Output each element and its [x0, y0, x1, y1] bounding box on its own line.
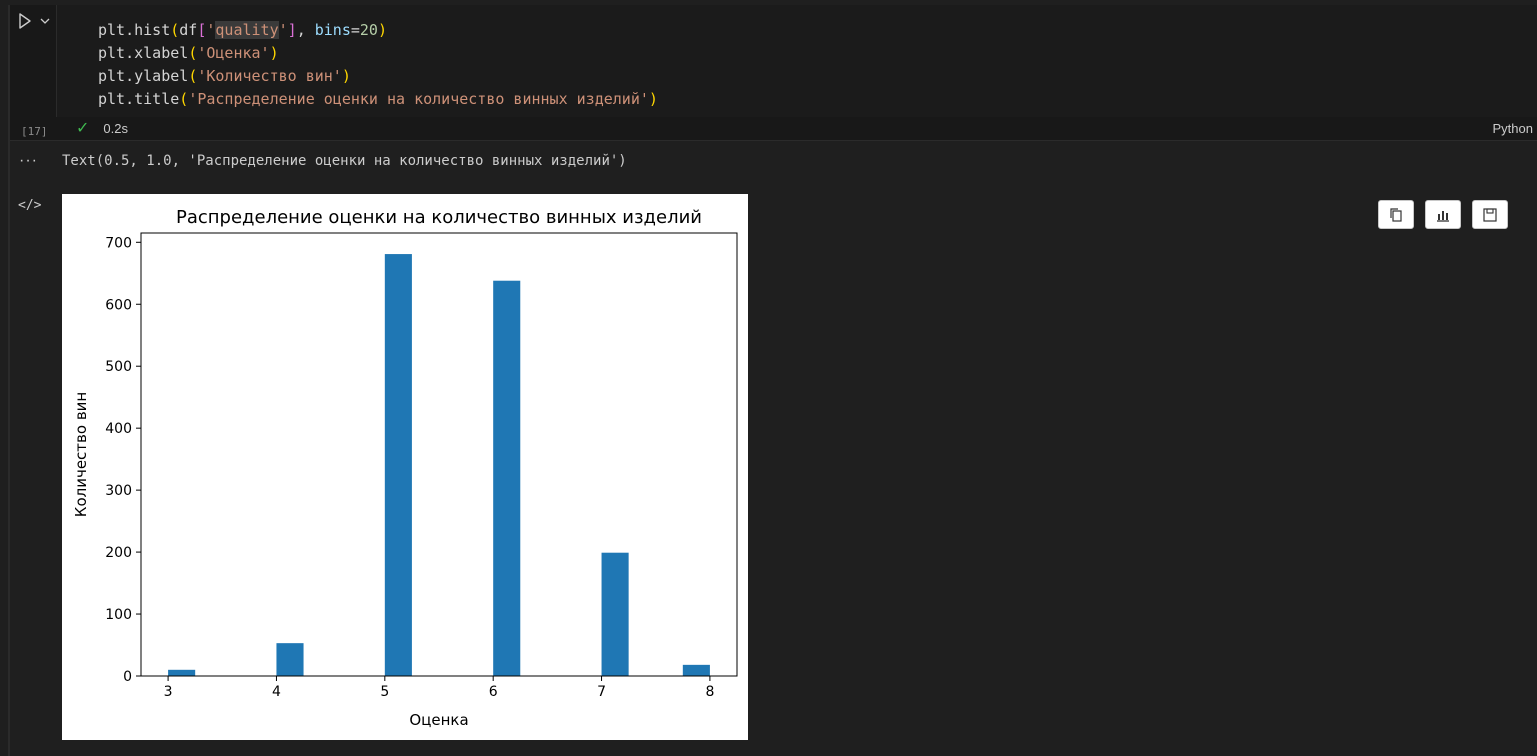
- histogram-bar: [276, 643, 304, 676]
- code-token: ): [269, 44, 279, 62]
- execution-count: [17]: [21, 125, 48, 138]
- histogram-bar: [168, 669, 196, 676]
- chart-icon: [1437, 210, 1449, 222]
- save-button[interactable]: [1472, 200, 1508, 229]
- code-token: ,: [296, 21, 315, 39]
- copy-icon: [1390, 207, 1402, 222]
- x-tick-label: 4: [272, 684, 281, 700]
- chart-title: Распределение оценки на количество винны…: [176, 207, 702, 228]
- execution-status: ✓ 0.2s: [76, 118, 128, 138]
- y-tick-label: 200: [105, 545, 132, 561]
- chevron-down-icon[interactable]: [38, 14, 52, 28]
- code-view-icon[interactable]: </>: [18, 198, 41, 213]
- code-token: df: [179, 21, 198, 39]
- code-token: (: [188, 67, 198, 85]
- code-token: 'Распределение оценки на количество винн…: [188, 90, 649, 108]
- plot-frame: [140, 232, 738, 677]
- code-token: 20: [359, 21, 378, 39]
- histogram-bar: [601, 552, 629, 676]
- y-tick-label: 300: [105, 483, 132, 499]
- histogram-bar: [682, 664, 710, 676]
- code-token: =: [350, 21, 360, 39]
- x-tick-label: 5: [380, 684, 389, 700]
- code-token: ): [377, 21, 387, 39]
- code-token: ): [648, 90, 658, 108]
- code-token: quality: [215, 21, 279, 39]
- code-editor[interactable]: plt.hist(df['quality'], bins=20) plt.xlab…: [56, 5, 1537, 117]
- y-tick-label: 100: [105, 607, 132, 623]
- code-token: (: [188, 44, 198, 62]
- x-axis-label: Оценка: [409, 711, 468, 729]
- code-line[interactable]: plt.xlabel('Оценка'): [98, 42, 658, 65]
- play-icon[interactable]: [18, 13, 32, 29]
- x-tick-label: 7: [597, 684, 606, 700]
- copy-button[interactable]: [1378, 200, 1414, 229]
- x-tick-label: 8: [705, 684, 714, 700]
- language-label[interactable]: Python: [1493, 121, 1533, 136]
- output-more-icon[interactable]: ···: [19, 152, 38, 170]
- y-tick-label: 0: [123, 669, 132, 685]
- histogram-bar: [384, 254, 412, 676]
- chart-figure: 3 4 5 6 7 8 0 100 200 300 400 500 600 700 Распределени…: [62, 194, 748, 740]
- y-tick-label: 600: [105, 297, 132, 313]
- code-line[interactable]: plt.title('Распределение оценки на колич…: [98, 88, 658, 111]
- output-toolbar: [1378, 200, 1508, 229]
- code-token: plt.title: [98, 90, 180, 108]
- code-line[interactable]: plt.ylabel('Количество вин'): [98, 65, 658, 88]
- code-line[interactable]: plt.hist(df['quality'], bins=20): [98, 19, 658, 42]
- y-tick-label: 700: [105, 235, 132, 251]
- code-token: ]: [287, 21, 297, 39]
- code-token: (: [170, 21, 180, 39]
- execution-duration: 0.2s: [103, 120, 128, 136]
- run-cell-button[interactable]: [18, 9, 58, 33]
- code-token: 'Количество вин': [197, 67, 342, 85]
- y-tick-label: 400: [105, 421, 132, 437]
- code-token: plt.ylabel: [98, 67, 189, 85]
- code-text[interactable]: plt.hist(df['quality'], bins=20) plt.xlab…: [98, 19, 658, 111]
- y-tick-label: 500: [105, 359, 132, 375]
- histogram-bar: [493, 280, 521, 676]
- output-text: Text(0.5, 1.0, 'Распределение оценки на …: [62, 153, 627, 169]
- code-token: (: [179, 90, 189, 108]
- code-token: plt.hist: [98, 21, 171, 39]
- code-token: ): [341, 67, 351, 85]
- x-tick-label: 6: [489, 684, 498, 700]
- notebook: [17] plt.hist(df['quality'], bins=20) plt…: [0, 0, 1537, 756]
- code-token: 'Оценка': [197, 44, 270, 62]
- code-token: bins: [314, 21, 351, 39]
- chart-button[interactable]: [1425, 200, 1461, 229]
- save-icon: [1483, 207, 1497, 222]
- x-tick-label: 3: [164, 684, 173, 700]
- code-token: ': [278, 21, 288, 39]
- code-cell[interactable]: [17] plt.hist(df['quality'], bins=20) plt…: [8, 5, 1537, 141]
- cell-rail: [8, 141, 10, 756]
- code-token: plt.xlabel: [98, 44, 189, 62]
- histogram-chart: 3 4 5 6 7 8 0 100 200 300 400 500 600 700 Распределени…: [72, 207, 738, 729]
- y-axis-label: Количество вин: [72, 392, 90, 517]
- check-icon: ✓: [76, 120, 90, 137]
